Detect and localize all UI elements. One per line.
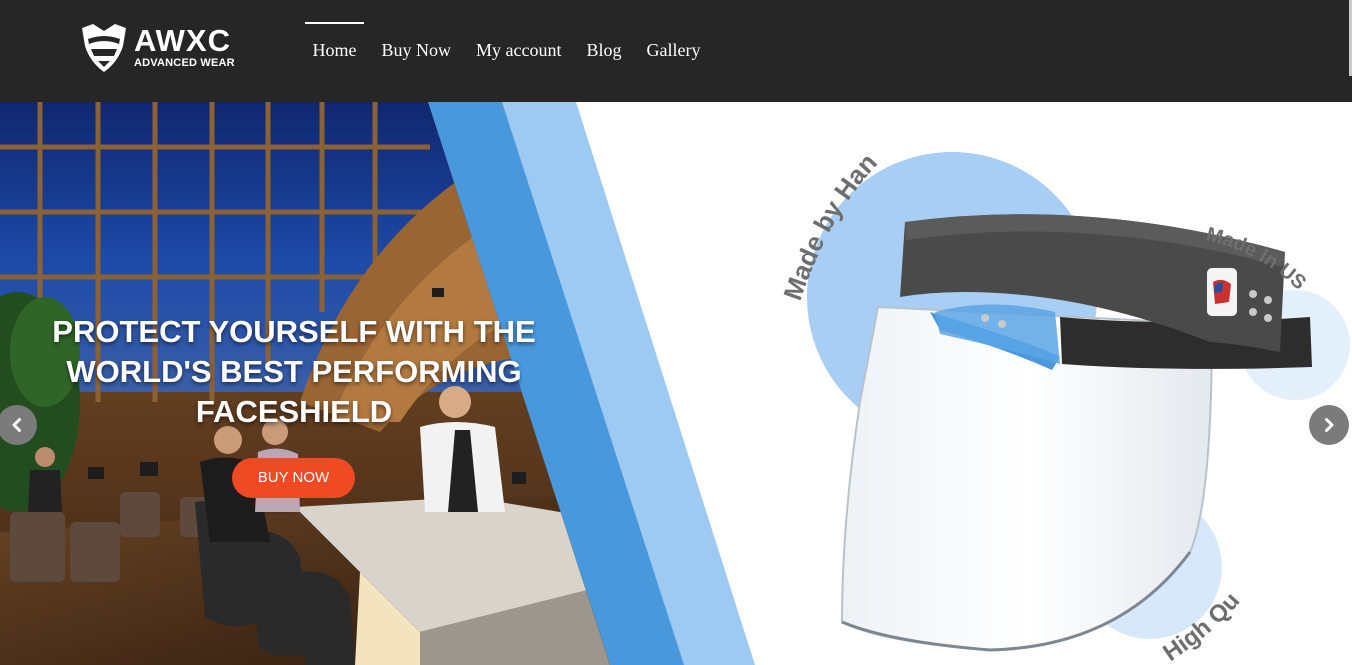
chevron-right-icon — [1325, 418, 1334, 432]
nav-gallery[interactable]: Gallery — [634, 22, 713, 78]
nav-home[interactable]: Home — [300, 22, 369, 78]
nav-blog[interactable]: Blog — [574, 22, 634, 78]
brand-logo[interactable]: AWXC ADVANCED WEAR — [78, 22, 253, 76]
main-nav: Home Buy Now My account Blog Gallery — [300, 22, 713, 78]
chevron-left-icon — [12, 418, 21, 432]
helmet-logo-icon — [82, 24, 126, 72]
hero-headline: PROTECT YOURSELF WITH THE WORLD'S BEST P… — [52, 314, 536, 429]
buy-now-button[interactable]: BUY NOW — [232, 458, 355, 498]
hero-slider: Made by Hand Made In USA High Quality PR… — [0, 102, 1352, 665]
nav-buy-now[interactable]: Buy Now — [369, 22, 464, 78]
site-header: AWXC ADVANCED WEAR Home Buy Now My accou… — [0, 0, 1352, 102]
slider-next-button[interactable] — [1309, 405, 1349, 445]
nav-my-account[interactable]: My account — [464, 22, 574, 78]
brand-name: AWXC — [134, 23, 231, 58]
brand-tagline: ADVANCED WEAR — [134, 57, 235, 69]
